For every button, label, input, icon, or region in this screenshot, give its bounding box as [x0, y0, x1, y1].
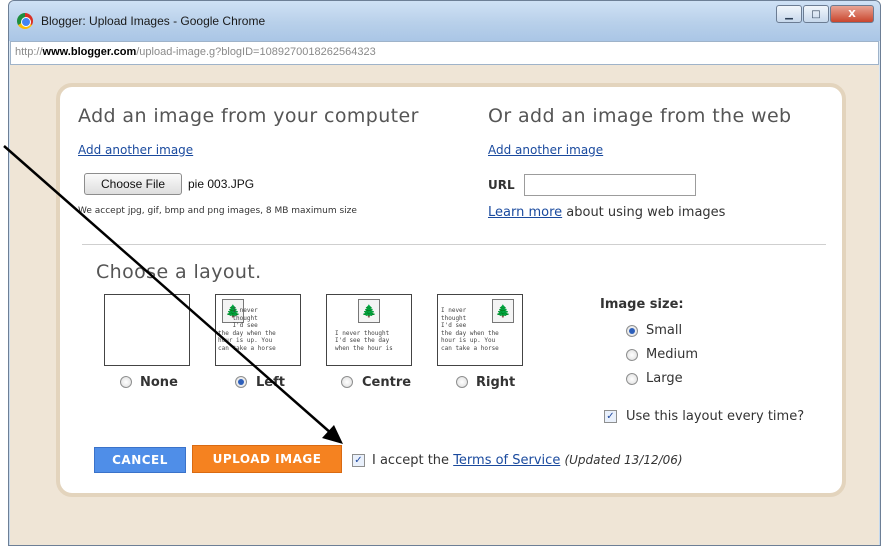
- add-another-image-link-computer[interactable]: Add another image: [78, 143, 193, 157]
- size-small-radio[interactable]: [626, 325, 638, 337]
- url-input[interactable]: [524, 174, 696, 196]
- size-large-radio[interactable]: [626, 373, 638, 385]
- size-small-label: Small: [646, 323, 683, 338]
- accept-tos-text: I accept the Terms of Service (Updated 1…: [372, 453, 683, 468]
- thumbnail-text: I never thought I'd see the day when the…: [335, 329, 393, 352]
- learn-more-link[interactable]: Learn more: [488, 205, 562, 220]
- web-heading: Or add an image from the web: [488, 105, 792, 127]
- layout-left-label: Left: [256, 375, 285, 390]
- layout-centre-label: Centre: [362, 375, 412, 390]
- close-button[interactable]: X: [830, 5, 874, 23]
- layout-right-box[interactable]: 🌲 I never thought I'd see the day when t…: [437, 294, 523, 366]
- title-bar: Blogger: Upload Images - Google Chrome ▁…: [9, 1, 880, 41]
- section-divider: [82, 244, 826, 245]
- upload-dialog: Add an image from your computer Add anot…: [56, 83, 846, 497]
- layout-right-radio[interactable]: [456, 376, 468, 388]
- layout-right-label: Right: [476, 375, 516, 390]
- add-another-image-link-web[interactable]: Add another image: [488, 143, 603, 157]
- layout-left-radio[interactable]: [235, 376, 247, 388]
- accepted-formats-note: We accept jpg, gif, bmp and png images, …: [78, 206, 357, 216]
- size-large-label: Large: [646, 371, 683, 386]
- layout-none-radio[interactable]: [120, 376, 132, 388]
- terms-of-service-link[interactable]: Terms of Service: [453, 453, 560, 468]
- upload-image-button[interactable]: UPLOAD IMAGE: [192, 445, 342, 473]
- layout-heading: Choose a layout.: [96, 261, 262, 283]
- accept-tos-checkbox[interactable]: ✓: [352, 454, 365, 467]
- url-domain: www.blogger.com: [42, 46, 137, 58]
- maximize-button[interactable]: □: [803, 5, 829, 23]
- accept-prefix: I accept the: [372, 453, 454, 468]
- page-content: Add an image from your computer Add anot…: [10, 65, 879, 545]
- window-title: Blogger: Upload Images - Google Chrome: [41, 14, 266, 28]
- size-medium-label: Medium: [646, 347, 698, 362]
- selected-filename: pie 003.JPG: [188, 177, 255, 191]
- web-images-note: Learn more about using web images: [488, 205, 725, 220]
- url-label: URL: [488, 178, 515, 192]
- address-bar[interactable]: http://www.blogger.com/upload-image.g?bl…: [10, 41, 879, 65]
- use-layout-every-time-checkbox[interactable]: ✓: [604, 410, 617, 423]
- layout-centre-radio[interactable]: [341, 376, 353, 388]
- layout-centre-box[interactable]: 🌲 I never thought I'd see the day when t…: [326, 294, 412, 366]
- minimize-button[interactable]: ▁: [776, 5, 802, 23]
- tos-updated-date: (Updated 13/12/06): [564, 453, 683, 467]
- computer-heading: Add an image from your computer: [78, 105, 419, 127]
- learn-more-suffix: about using web images: [562, 205, 726, 220]
- thumbnail-text: I never thought I'd see the day when the…: [218, 307, 276, 352]
- choose-file-button[interactable]: Choose File: [84, 173, 182, 195]
- chrome-logo-icon: [17, 13, 33, 29]
- url-path: /upload-image.g?blogID=10892700182625643…: [136, 46, 376, 58]
- url-prefix: http://: [15, 46, 43, 58]
- cancel-button[interactable]: CANCEL: [94, 447, 186, 473]
- use-layout-every-time-label: Use this layout every time?: [626, 409, 805, 424]
- layout-none-label: None: [140, 375, 178, 390]
- thumbnail-text: I never thought I'd see the day when the…: [441, 307, 499, 352]
- layout-left-box[interactable]: 🌲 I never thought I'd see the day when t…: [215, 294, 301, 366]
- image-size-heading: Image size:: [600, 297, 684, 312]
- size-medium-radio[interactable]: [626, 349, 638, 361]
- window-controls: ▁ □ X: [776, 5, 874, 23]
- layout-none-box[interactable]: [104, 294, 190, 366]
- browser-window: Blogger: Upload Images - Google Chrome ▁…: [8, 0, 881, 546]
